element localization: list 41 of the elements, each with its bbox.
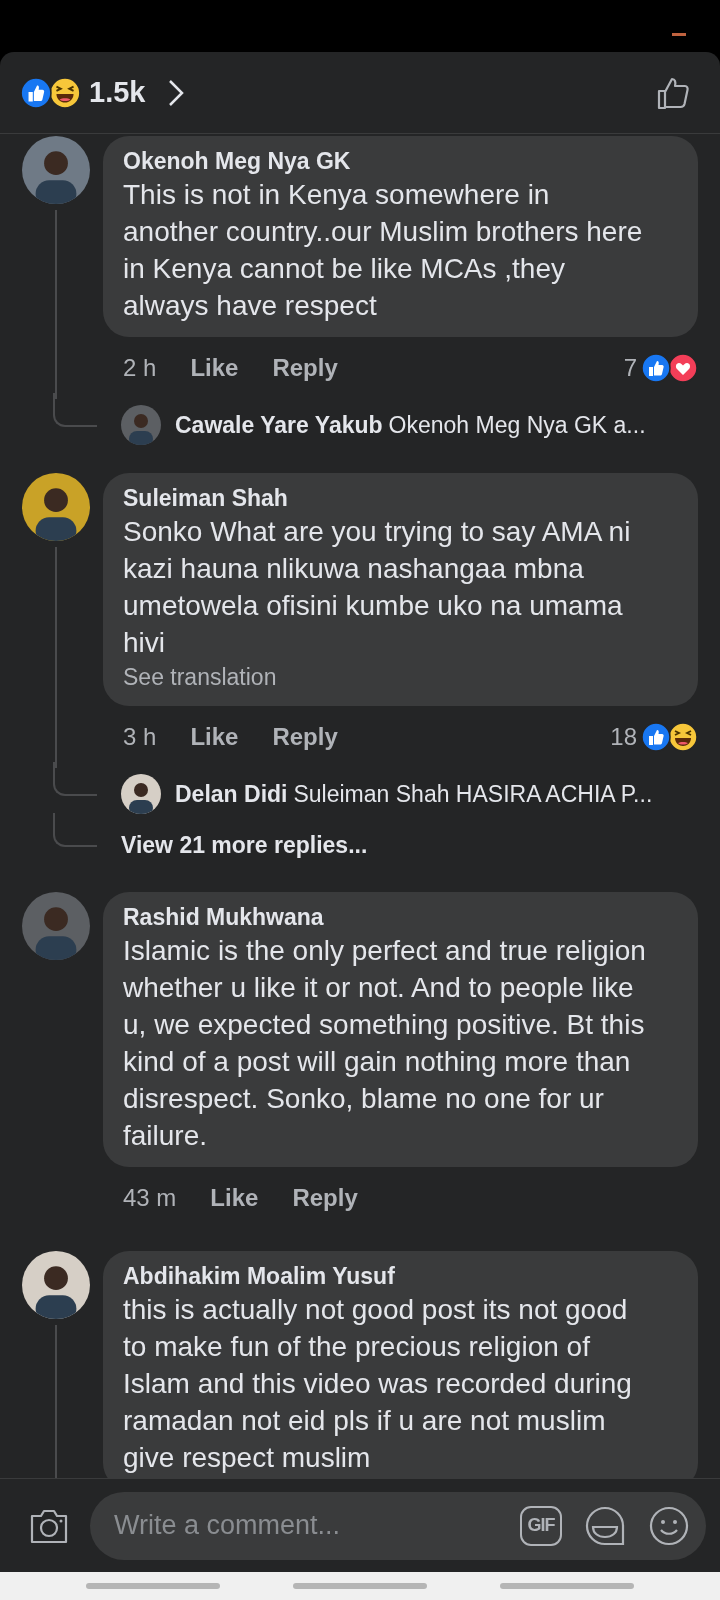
- comment-field[interactable]: Write a comment... GIF: [90, 1491, 706, 1560]
- comment-time: 2 h: [123, 354, 157, 382]
- like-link[interactable]: Like: [210, 1184, 259, 1212]
- like-link[interactable]: Like: [190, 723, 239, 751]
- comment-author[interactable]: Abdihakim Moalim Yusuf: [123, 1261, 678, 1291]
- nav-handle[interactable]: [86, 1583, 221, 1589]
- reply-link[interactable]: Reply: [272, 354, 338, 382]
- nav-handle[interactable]: [293, 1583, 427, 1589]
- status-indicator: [672, 33, 686, 36]
- reaction-count[interactable]: 7: [623, 354, 637, 382]
- see-translation-link[interactable]: See translation: [123, 661, 678, 693]
- sticker-icon[interactable]: [584, 1504, 626, 1547]
- laughing-face-icon: [49, 76, 81, 109]
- comment-author[interactable]: Rashid Mukhwana: [123, 902, 678, 932]
- comment-author[interactable]: Okenoh Meg Nya GK: [123, 146, 678, 176]
- like-reaction-icon: [20, 76, 52, 109]
- thread-line: [53, 813, 97, 847]
- emoji-icon[interactable]: [648, 1504, 690, 1547]
- reply-link[interactable]: Reply: [272, 723, 338, 751]
- avatar[interactable]: [121, 774, 161, 814]
- comment-text: this is actually not good post its not good to make fun of the precious religion of Islam and this video was recorded during ramadan not eid pls if u are not muslim give respect muslim: [123, 1293, 633, 1475]
- reaction-count[interactable]: 1.5k: [89, 76, 146, 109]
- like-reaction-icon: [641, 353, 671, 383]
- comment-text: Sonko What are you trying to say AMA ni kazi hauna nlikuwa nashangaa mbna umetowela ofisini kumbe uko na umama hivi: [123, 515, 632, 660]
- reply-link[interactable]: Reply: [292, 1184, 358, 1212]
- comment-time: 3 h: [123, 723, 157, 751]
- gif-button[interactable]: GIF: [520, 1505, 562, 1546]
- reply-preview[interactable]: Cawale Yare Yakub Okenoh Meg Nya GK a...: [175, 411, 646, 439]
- reaction-count[interactable]: 18: [610, 723, 637, 751]
- comment-time: 43 m: [123, 1184, 177, 1212]
- view-more-replies-link[interactable]: View 21 more replies...: [121, 831, 368, 859]
- chevron-right-icon[interactable]: [167, 77, 186, 108]
- comment-text: Islamic is the only perfect and true religion whether u like it or not. And to people like u, we expected something positive. Bt this kind of a post will gain nothing more than disrespect. Sonko, blame no one for ur failure.: [123, 934, 647, 1153]
- comment-author[interactable]: Suleiman Shah: [123, 483, 678, 513]
- heart-reaction-icon: [668, 353, 698, 383]
- like-reaction-icon: [641, 722, 671, 752]
- reply-preview[interactable]: Delan Didi Suleiman Shah HASIRA ACHIA P...: [175, 780, 653, 808]
- laughing-face-icon: [668, 722, 698, 752]
- nav-handle[interactable]: [499, 1583, 634, 1589]
- like-link[interactable]: Like: [190, 354, 239, 382]
- comment-text: This is not in Kenya somewhere in another country..our Muslim brothers here in Kenya cannot be like MCAs ,they always have respect: [123, 178, 644, 323]
